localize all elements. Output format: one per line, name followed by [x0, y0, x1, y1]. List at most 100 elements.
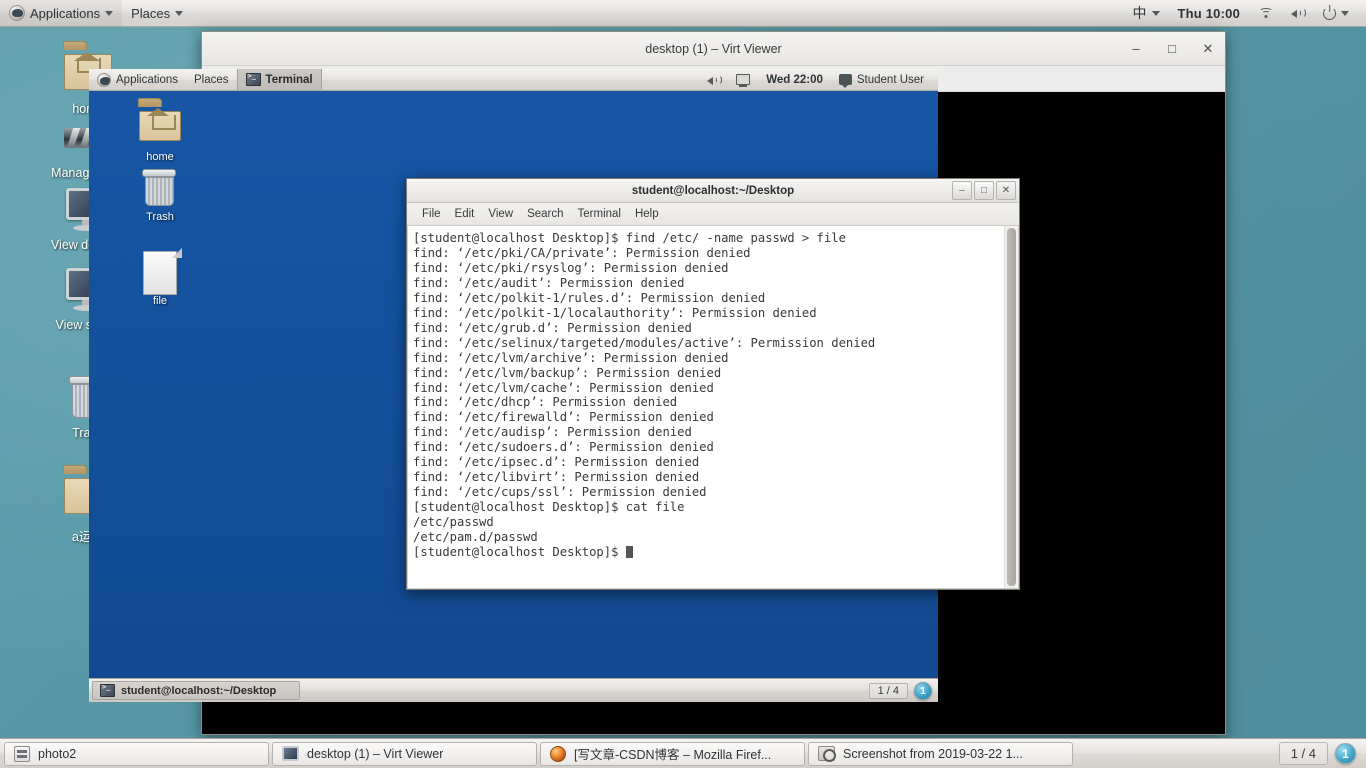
- host-taskbar-right: 1 / 4 1: [1279, 742, 1362, 765]
- guest-clock-label: Wed 22:00: [766, 74, 823, 86]
- guest-network-indicator[interactable]: [728, 69, 758, 90]
- terminal-cursor: [626, 546, 633, 558]
- places-menu-label: Places: [131, 6, 170, 21]
- guest-bottom-panel: student@localhost:~/Desktop 1 / 4 1: [89, 678, 938, 702]
- applications-menu[interactable]: Applications: [0, 0, 122, 26]
- terminal-line: find: ‘/etc/polkit-1/rules.d’: Permissio…: [413, 291, 1000, 306]
- menu-item-file[interactable]: File: [415, 206, 448, 222]
- guest-desktop-icon-home[interactable]: home: [122, 105, 198, 163]
- terminal-window-controls: – □ ✕: [952, 181, 1016, 200]
- terminal-line: [student@localhost Desktop]$ cat file: [413, 500, 1000, 515]
- guest-taskbar-label: student@localhost:~/Desktop: [121, 685, 276, 697]
- terminal-line: find: ‘/etc/lvm/cache’: Permission denie…: [413, 381, 1000, 396]
- guest-taskbar-terminal-button[interactable]: student@localhost:~/Desktop: [92, 681, 300, 700]
- volume-indicator[interactable]: [1282, 0, 1314, 26]
- virt-viewer-titlebar[interactable]: desktop (1) – Virt Viewer – □ ✕: [202, 32, 1225, 66]
- terminal-line: find: ‘/etc/libvirt’: Permission denied: [413, 470, 1000, 485]
- guest-places-menu[interactable]: Places: [186, 69, 237, 90]
- terminal-menubar: File Edit View Search Terminal Help: [407, 203, 1019, 226]
- guest-workspace-pager[interactable]: 1 / 4: [869, 683, 908, 699]
- clock[interactable]: Thu 10:00: [1169, 0, 1249, 26]
- host-workspace-pager[interactable]: 1 / 4: [1279, 742, 1328, 765]
- host-top-panel: Applications Places 中 Thu 10:00: [0, 0, 1366, 27]
- taskbar-button-label: photo2: [38, 747, 76, 761]
- guest-desktop-icon-file[interactable]: file: [122, 249, 198, 307]
- volume-icon: [1291, 7, 1305, 20]
- terminal-line: /etc/pam.d/passwd: [413, 530, 1000, 545]
- taskbar-button-label: Screenshot from 2019-03-22 1...: [843, 747, 1023, 761]
- guest-applications-menu[interactable]: Applications: [89, 69, 186, 90]
- close-button[interactable]: ✕: [996, 181, 1016, 200]
- guest-clock[interactable]: Wed 22:00: [758, 69, 831, 90]
- maximize-button[interactable]: □: [1161, 38, 1183, 60]
- terminal-line: [student@localhost Desktop]$ find /etc/ …: [413, 231, 1000, 246]
- wifi-indicator[interactable]: [1249, 0, 1282, 26]
- virt-viewer-window-controls: – □ ✕: [1125, 32, 1219, 65]
- terminal-line: find: ‘/etc/polkit-1/localauthority’: Pe…: [413, 306, 1000, 321]
- host-panel-right: 中 Thu 10:00: [1124, 0, 1366, 26]
- guest-user-menu[interactable]: Student User: [831, 69, 932, 90]
- menu-item-terminal[interactable]: Terminal: [571, 206, 628, 222]
- guest-volume-indicator[interactable]: [699, 69, 728, 90]
- terminal-line: find: ‘/etc/dhcp’: Permission denied: [413, 395, 1000, 410]
- terminal-line: find: ‘/etc/lvm/archive’: Permission den…: [413, 351, 1000, 366]
- taskbar-button-photo2[interactable]: photo2: [4, 742, 269, 766]
- terminal-output[interactable]: [student@localhost Desktop]$ find /etc/ …: [408, 226, 1004, 588]
- terminal-screen[interactable]: [student@localhost Desktop]$ find /etc/ …: [407, 226, 1019, 589]
- terminal-line: find: ‘/etc/firewalld’: Permission denie…: [413, 410, 1000, 425]
- terminal-line: find: ‘/etc/ipsec.d’: Permission denied: [413, 455, 1000, 470]
- menu-item-edit[interactable]: Edit: [448, 206, 482, 222]
- guest-bottom-right: 1 / 4 1: [869, 682, 935, 700]
- terminal-icon: [246, 73, 261, 86]
- monitor-icon: [282, 746, 299, 761]
- menu-item-help[interactable]: Help: [628, 206, 666, 222]
- guest-desktop-icon-label: file: [153, 295, 167, 307]
- terminal-scrollbar-thumb[interactable]: [1007, 228, 1016, 586]
- minimize-button[interactable]: –: [1125, 38, 1147, 60]
- taskbar-button-screenshot[interactable]: Screenshot from 2019-03-22 1...: [808, 742, 1073, 766]
- menu-item-search[interactable]: Search: [520, 206, 570, 222]
- taskbar-button-virt-viewer[interactable]: desktop (1) – Virt Viewer: [272, 742, 537, 766]
- terminal-prompt-line: [student@localhost Desktop]$: [413, 545, 1000, 560]
- terminal-line: /etc/passwd: [413, 515, 1000, 530]
- guest-window-list-terminal[interactable]: Terminal: [237, 69, 322, 90]
- terminal-window[interactable]: student@localhost:~/Desktop – □ ✕ File E…: [406, 178, 1020, 590]
- input-method-indicator[interactable]: 中: [1124, 0, 1169, 26]
- menu-item-view[interactable]: View: [481, 206, 520, 222]
- taskbar-button-label: desktop (1) – Virt Viewer: [307, 747, 443, 761]
- photo-icon: [14, 746, 30, 762]
- terminal-prompt: [student@localhost Desktop]$: [413, 545, 626, 559]
- maximize-button[interactable]: □: [974, 181, 994, 200]
- host-taskbar: photo2 desktop (1) – Virt Viewer [写文章-CS…: [0, 738, 1366, 768]
- ime-label: 中: [1133, 3, 1147, 23]
- terminal-titlebar[interactable]: student@localhost:~/Desktop – □ ✕: [407, 179, 1019, 203]
- terminal-icon: [100, 684, 115, 697]
- guest-workspace-badge[interactable]: 1: [914, 682, 932, 700]
- terminal-line: find: ‘/etc/selinux/targeted/modules/act…: [413, 336, 1000, 351]
- terminal-scrollbar[interactable]: [1004, 226, 1018, 588]
- guest-user-label: Student User: [857, 74, 924, 86]
- clock-label: Thu 10:00: [1178, 6, 1240, 21]
- taskbar-button-label: [写文章-CSDN博客 – Mozilla Firef...: [574, 744, 771, 763]
- chevron-down-icon: [105, 11, 113, 16]
- terminal-line: find: ‘/etc/grub.d’: Permission denied: [413, 321, 1000, 336]
- guest-desktop-icon-trash[interactable]: Trash: [122, 167, 198, 223]
- taskbar-button-firefox[interactable]: [写文章-CSDN博客 – Mozilla Firef...: [540, 742, 805, 766]
- fedora-logo-icon: [97, 73, 111, 87]
- host-panel-left: Applications Places: [0, 0, 192, 26]
- guest-applications-label: Applications: [116, 74, 178, 86]
- guest-panel-right: Wed 22:00 Student User: [699, 69, 938, 90]
- minimize-button[interactable]: –: [952, 181, 972, 200]
- guest-desktop-icon-label: Trash: [146, 211, 174, 223]
- chevron-down-icon: [175, 11, 183, 16]
- guest-active-task-label: Terminal: [266, 74, 313, 86]
- close-button[interactable]: ✕: [1197, 38, 1219, 60]
- power-menu[interactable]: [1314, 0, 1358, 26]
- chevron-down-icon: [1341, 11, 1349, 16]
- places-menu[interactable]: Places: [122, 0, 192, 26]
- home-folder-icon: [139, 111, 181, 141]
- terminal-line: find: ‘/etc/pki/CA/private’: Permission …: [413, 246, 1000, 261]
- terminal-line: find: ‘/etc/lvm/backup’: Permission deni…: [413, 366, 1000, 381]
- host-workspace-badge[interactable]: 1: [1335, 743, 1356, 764]
- terminal-line: find: ‘/etc/audisp’: Permission denied: [413, 425, 1000, 440]
